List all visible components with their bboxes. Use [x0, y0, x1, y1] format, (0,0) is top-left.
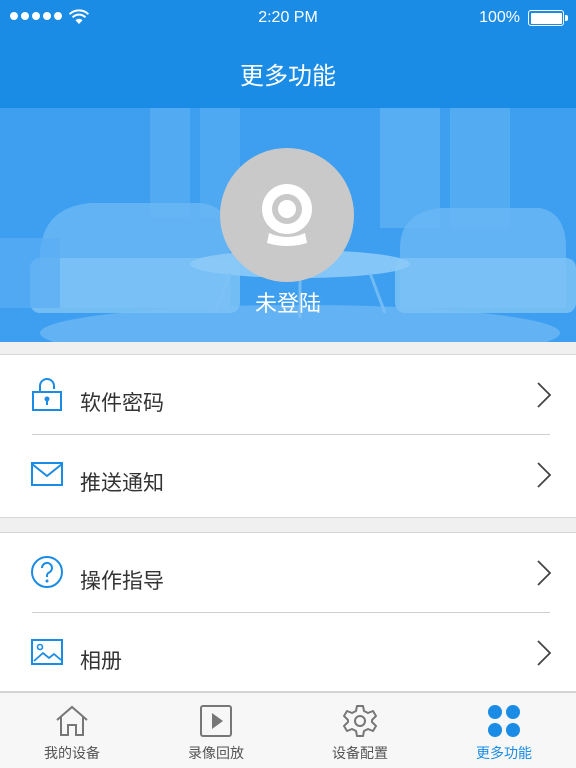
chevron-right-icon — [537, 462, 552, 488]
battery-icon — [528, 10, 568, 26]
camera-icon — [262, 184, 312, 246]
navigation-bar: 更多功能 — [0, 36, 576, 108]
profile-banner: 未登陆 — [0, 108, 576, 342]
play-icon — [200, 705, 232, 737]
chevron-right-icon — [537, 640, 552, 666]
page-title: 更多功能 — [240, 62, 336, 90]
menu-item-album[interactable]: 相册 — [0, 613, 576, 693]
menu-item-label: 软件密码 — [80, 391, 164, 415]
menu-item-label: 推送通知 — [80, 471, 164, 495]
tab-bar: 我的设备 录像回放 设备配置 更多功能 — [0, 692, 576, 768]
home-icon — [56, 705, 88, 736]
gear-icon — [343, 705, 377, 737]
tab-label: 更多功能 — [476, 746, 532, 762]
menu-item-label: 相册 — [80, 649, 122, 673]
help-icon — [31, 556, 63, 588]
avatar[interactable] — [220, 148, 354, 282]
image-icon — [31, 639, 63, 665]
mail-icon — [31, 462, 63, 486]
more-icon — [488, 705, 520, 737]
tab-more-functions[interactable]: 更多功能 — [432, 693, 576, 768]
tab-label: 录像回放 — [188, 746, 244, 762]
chevron-right-icon — [537, 382, 552, 408]
menu-item-operation-guide[interactable]: 操作指导 — [0, 533, 576, 613]
lock-icon — [32, 378, 62, 411]
tab-playback[interactable]: 录像回放 — [144, 693, 288, 768]
settings-group-2: 操作指导 相册 — [0, 532, 576, 692]
tab-my-devices[interactable]: 我的设备 — [0, 693, 144, 768]
login-status[interactable]: 未登陆 — [0, 286, 576, 318]
chevron-right-icon — [537, 560, 552, 586]
tab-device-config[interactable]: 设备配置 — [288, 693, 432, 768]
battery-percentage: 100% — [479, 9, 520, 26]
tab-label: 设备配置 — [332, 746, 388, 762]
tab-label: 我的设备 — [44, 746, 100, 762]
settings-group-1: 软件密码 推送通知 — [0, 354, 576, 518]
menu-item-software-password[interactable]: 软件密码 — [0, 355, 576, 435]
menu-item-push-notification[interactable]: 推送通知 — [0, 435, 576, 515]
status-bar: 2:20 PM 100% — [0, 0, 576, 36]
menu-item-label: 操作指导 — [80, 569, 164, 593]
